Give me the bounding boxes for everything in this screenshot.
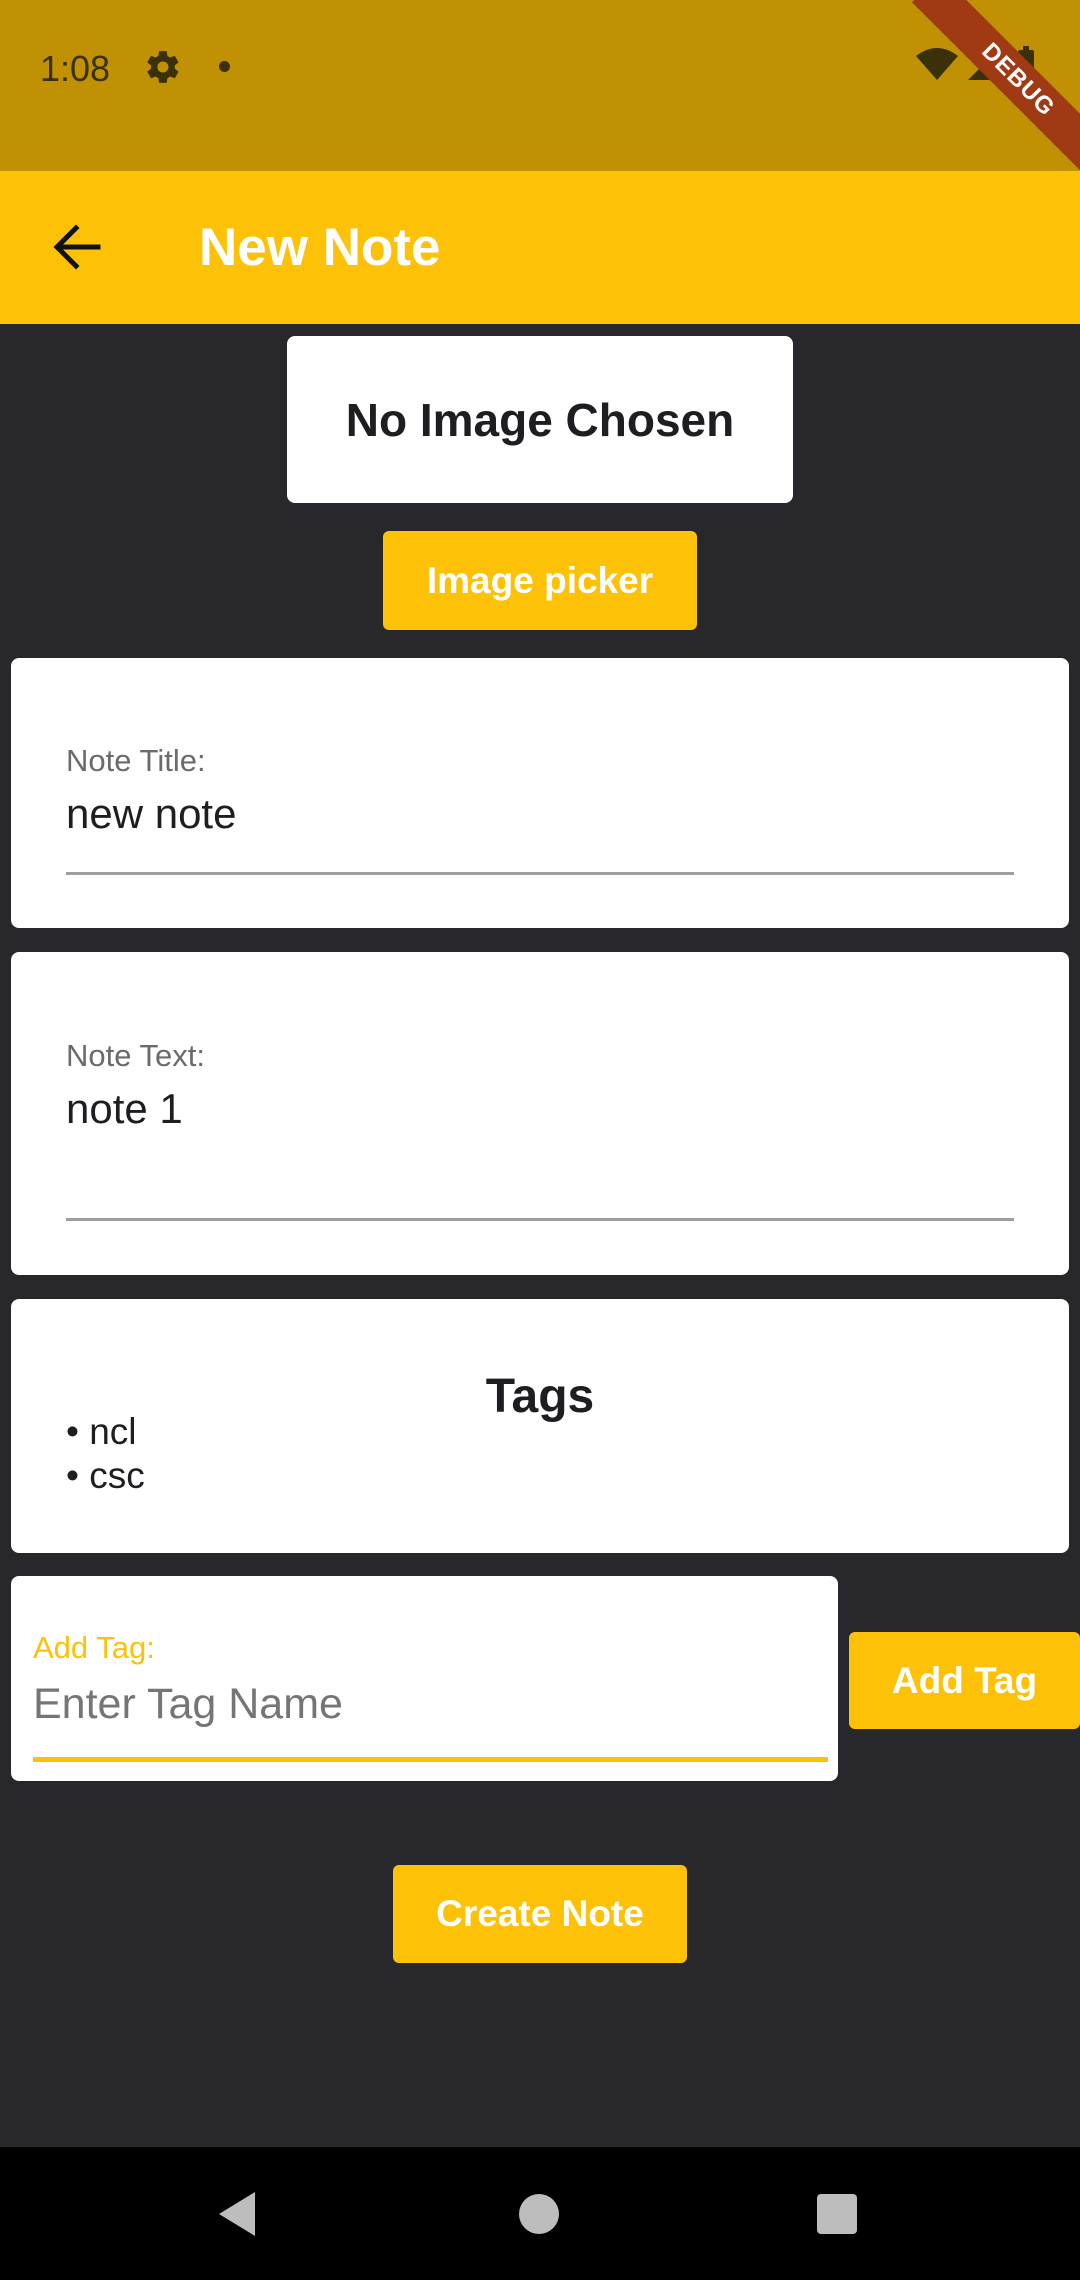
add-tag-label: Add Tag: [33, 1630, 155, 1665]
tags-card: Tags • ncl • csc [11, 1299, 1069, 1553]
app-bar: New Note [0, 171, 1080, 324]
note-title-input[interactable]: new note [66, 790, 236, 838]
status-bar: 1:08 DEBUG [0, 0, 1080, 171]
note-text-underline [66, 1218, 1014, 1221]
note-title-underline [66, 872, 1014, 875]
nav-recents-icon[interactable] [817, 2194, 857, 2234]
note-title-label: Note Title: [66, 743, 206, 778]
note-title-card: Note Title: new note [11, 658, 1069, 928]
system-nav-bar [0, 2147, 1080, 2280]
image-picker-button[interactable]: Image picker [383, 531, 697, 630]
notification-dot-icon [219, 61, 230, 72]
note-text-input[interactable]: note 1 [66, 1085, 183, 1133]
tag-item: • ncl [66, 1411, 137, 1452]
add-tag-card: Add Tag: [11, 1576, 838, 1781]
nav-back-icon[interactable] [215, 2190, 259, 2243]
nav-home-icon[interactable] [519, 2194, 559, 2234]
tags-title: Tags [485, 1370, 595, 1423]
tag-name-input[interactable] [33, 1674, 828, 1734]
tag-input-underline [33, 1757, 828, 1762]
add-tag-button[interactable]: Add Tag [849, 1632, 1080, 1729]
tag-item: • csc [66, 1455, 145, 1496]
status-time: 1:08 [40, 48, 111, 89]
gear-icon [144, 48, 182, 91]
arrow-left-icon[interactable] [52, 224, 102, 275]
page-title: New Note [199, 218, 441, 277]
note-text-card: Note Text: note 1 [11, 952, 1069, 1275]
create-note-button[interactable]: Create Note [393, 1865, 687, 1963]
image-status-text: No Image Chosen [345, 393, 735, 446]
note-text-label: Note Text: [66, 1038, 206, 1073]
image-preview: No Image Chosen [287, 336, 793, 503]
